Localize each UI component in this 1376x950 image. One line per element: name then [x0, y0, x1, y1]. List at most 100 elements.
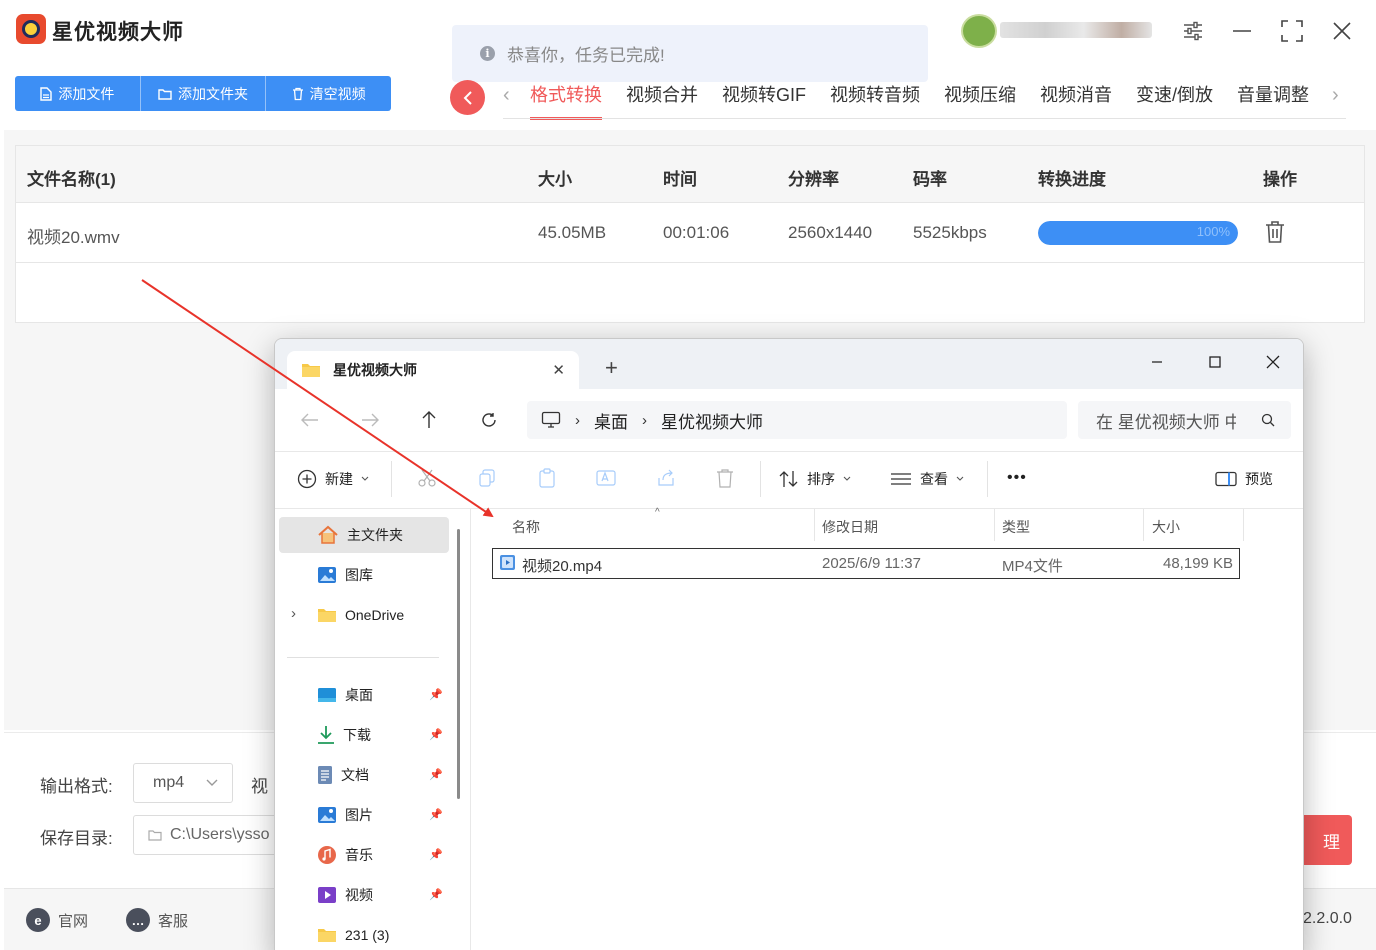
nav-item-desktop[interactable]: 桌面 📌 — [279, 677, 449, 713]
music-icon — [318, 846, 336, 864]
share-icon[interactable] — [656, 468, 676, 488]
new-item-label: 新建 — [325, 471, 353, 487]
paste-icon[interactable] — [537, 468, 557, 488]
column-divider[interactable] — [814, 509, 815, 541]
save-dir-input[interactable]: C:\Users\ysso — [133, 815, 293, 855]
explorer-search-input[interactable]: 在 星优视频大师 中 — [1078, 401, 1291, 439]
row-bitrate: 5525kbps — [913, 223, 987, 242]
user-avatar[interactable] — [961, 14, 997, 48]
tabs-scroll-left-icon[interactable]: ‹ — [503, 84, 510, 107]
explorer-close-icon[interactable] — [1250, 347, 1296, 377]
nav-home-label: 主文件夹 — [347, 527, 403, 543]
address-bar[interactable]: › 桌面 › 星优视频大师 — [527, 401, 1067, 439]
fullscreen-icon[interactable] — [1279, 18, 1305, 44]
column-divider[interactable] — [994, 509, 995, 541]
file-icon — [40, 86, 53, 101]
pin-icon: 📌 — [429, 809, 443, 821]
add-file-button[interactable]: 添加文件 — [15, 76, 141, 111]
tab-volume-adjust[interactable]: 音量调整 — [1237, 82, 1309, 120]
row-file-name: 视频20.wmv — [27, 228, 120, 247]
close-icon[interactable] — [1329, 18, 1355, 44]
more-options-icon[interactable]: ••• — [1007, 469, 1027, 487]
explorer-maximize-icon[interactable] — [1192, 347, 1238, 377]
nav-item-videos[interactable]: 视频 📌 — [279, 877, 449, 913]
column-name[interactable]: 名称 — [512, 517, 540, 537]
file-type: MP4文件 — [1002, 558, 1063, 575]
file-toolbar: 添加文件 添加文件夹 清空视频 — [15, 76, 391, 111]
nav-item-music[interactable]: 音乐 📌 — [279, 837, 449, 873]
tab-video-mute[interactable]: 视频消音 — [1040, 82, 1112, 120]
nav-item-downloads[interactable]: 下载 📌 — [279, 717, 449, 753]
nav-item-onedrive[interactable]: › OneDrive — [279, 597, 449, 633]
close-tab-icon[interactable]: ✕ — [552, 361, 565, 379]
chevron-right-icon[interactable]: › — [291, 605, 296, 622]
column-size[interactable]: 大小 — [1152, 517, 1180, 537]
breadcrumb-current-folder[interactable]: 星优视频大师 — [661, 408, 763, 433]
nav-item-documents[interactable]: 文档 📌 — [279, 757, 449, 793]
new-item-button[interactable]: 新建 — [297, 469, 369, 489]
website-link[interactable]: e 官网 — [26, 908, 88, 932]
tab-video-compress[interactable]: 视频压缩 — [944, 82, 1016, 120]
add-folder-button[interactable]: 添加文件夹 — [141, 76, 267, 111]
file-name: 视频20.mp4 — [522, 558, 603, 575]
column-divider[interactable] — [1143, 509, 1144, 541]
column-divider[interactable] — [1243, 509, 1244, 541]
nav-item-pictures[interactable]: 图片 📌 — [279, 797, 449, 833]
output-format-select[interactable]: mp4 — [133, 763, 233, 803]
new-tab-icon[interactable]: + — [605, 357, 618, 379]
row-resolution: 2560x1440 — [788, 223, 873, 242]
header-progress: 转换进度 — [1038, 170, 1106, 189]
computer-icon — [541, 411, 561, 428]
column-type[interactable]: 类型 — [1002, 517, 1030, 537]
nav-item-home[interactable]: 主文件夹 — [279, 517, 449, 553]
preview-pane-button[interactable]: 预览 — [1215, 469, 1273, 489]
back-button[interactable] — [450, 80, 485, 115]
header-actions: 操作 — [1263, 170, 1297, 189]
nav-forward-icon[interactable] — [355, 405, 385, 435]
header-duration: 时间 — [663, 170, 697, 189]
clear-videos-button[interactable]: 清空视频 — [266, 76, 391, 111]
start-process-label: 理 — [1323, 832, 1340, 852]
nav-item-gallery[interactable]: 图库 — [279, 557, 449, 593]
tab-format-convert[interactable]: 格式转换 — [530, 82, 602, 120]
nav-item-folder-231[interactable]: 231 (3) — [279, 917, 449, 950]
copy-icon[interactable] — [477, 468, 497, 488]
preview-pane-icon — [1215, 471, 1237, 487]
view-button[interactable]: 查看 — [890, 469, 964, 489]
list-view-icon — [891, 473, 911, 485]
support-link[interactable]: … 客服 — [126, 908, 188, 932]
delete-icon[interactable] — [716, 468, 734, 488]
chevron-left-icon — [463, 90, 472, 105]
nav-back-icon[interactable] — [295, 405, 325, 435]
tab-video-to-audio[interactable]: 视频转音频 — [830, 82, 920, 120]
tab-speed-reverse[interactable]: 变速/倒放 — [1136, 82, 1213, 120]
nav-scrollbar[interactable] — [457, 529, 460, 799]
sort-button[interactable]: 排序 — [779, 469, 851, 489]
refresh-icon[interactable] — [474, 405, 504, 435]
tabs-scroll-right-icon[interactable]: › — [1332, 84, 1339, 107]
cut-icon[interactable] — [417, 468, 437, 488]
breadcrumb-desktop[interactable]: 桌面 — [594, 408, 628, 433]
chat-icon: … — [126, 908, 150, 932]
nav-folder-231-label: 231 (3) — [345, 927, 390, 943]
rename-icon[interactable] — [596, 468, 618, 488]
tab-video-merge[interactable]: 视频合并 — [626, 82, 698, 120]
header-size: 大小 — [538, 170, 572, 189]
user-name-blurred — [1000, 22, 1152, 38]
info-icon: i — [480, 46, 495, 61]
nav-up-icon[interactable] — [414, 405, 444, 435]
minimize-icon[interactable] — [1229, 18, 1255, 44]
settings-sliders-icon[interactable] — [1180, 18, 1206, 44]
picture-icon — [318, 807, 336, 823]
explorer-tab[interactable]: 星优视频大师 ✕ — [287, 351, 579, 389]
nav-pictures-label: 图片 — [345, 807, 373, 823]
pin-icon: 📌 — [429, 889, 443, 901]
tab-video-to-gif[interactable]: 视频转GIF — [722, 82, 806, 120]
explorer-tab-title: 星优视频大师 — [333, 362, 417, 378]
explorer-minimize-icon[interactable] — [1134, 347, 1180, 377]
add-file-label: 添加文件 — [58, 85, 115, 102]
nav-videos-label: 视频 — [345, 887, 373, 903]
header-resolution: 分辨率 — [788, 170, 839, 189]
delete-row-icon[interactable] — [1264, 220, 1286, 244]
column-modified[interactable]: 修改日期 — [822, 517, 878, 537]
